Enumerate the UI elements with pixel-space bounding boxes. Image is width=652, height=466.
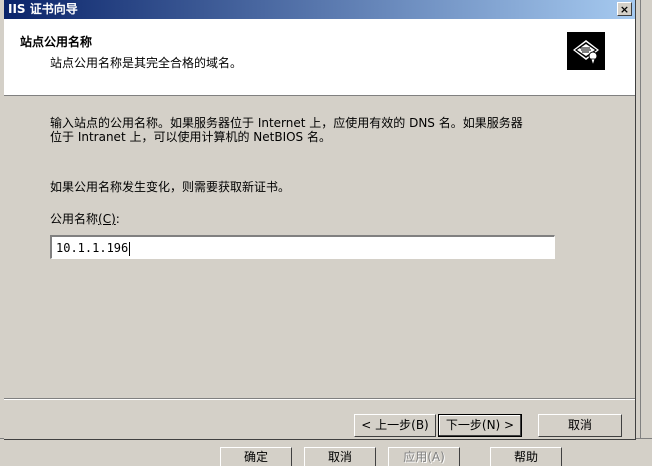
parent-ok-button[interactable]: 确定: [220, 447, 292, 466]
common-name-value: 10.1.1.196: [56, 241, 129, 255]
common-name-input[interactable]: 10.1.1.196: [50, 235, 555, 259]
common-name-accelerator: (C): [98, 212, 116, 226]
common-name-label: 公用名称(C):: [50, 212, 120, 226]
dialog-titlebar[interactable]: IIS 证书向导 ×: [4, 0, 635, 19]
page-title: 站点公用名称: [20, 35, 93, 49]
description-line-1: 输入站点的公用名称。如果服务器位于 Internet 上，应使用有效的 DNS …: [50, 116, 523, 130]
description-text: 输入站点的公用名称。如果服务器位于 Internet 上，应使用有效的 DNS …: [50, 116, 610, 144]
iis-certificate-wizard-dialog: IIS 证书向导 × 站点公用名称 站点公用名称是其完全合格的域名。 输入站点的…: [4, 0, 636, 440]
common-name-label-text: 公用名称: [50, 212, 99, 226]
next-button[interactable]: 下一步(N) >: [438, 414, 522, 437]
text-caret: [129, 241, 131, 256]
button-separator-highlight: [4, 399, 635, 400]
description-line-2: 位于 Intranet 上，可以使用计算机的 NetBIOS 名。: [50, 130, 331, 144]
wizard-header: 站点公用名称 站点公用名称是其完全合格的域名。: [4, 19, 635, 96]
certificate-wizard-icon: [567, 32, 605, 70]
dialog-title: IIS 证书向导: [8, 2, 78, 16]
parent-window-button-bar: 确定 取消 应用(A) 帮助: [0, 438, 652, 466]
back-button[interactable]: < 上一步(B): [354, 414, 436, 437]
parent-window-edge: [640, 0, 652, 440]
parent-help-button[interactable]: 帮助: [490, 447, 562, 466]
common-name-label-colon: :: [115, 212, 120, 226]
parent-apply-button[interactable]: 应用(A): [388, 447, 460, 466]
page-subtitle: 站点公用名称是其完全合格的域名。: [50, 56, 243, 70]
close-icon: ×: [619, 3, 630, 16]
change-note-text: 如果公用名称发生变化，则需要获取新证书。: [50, 180, 291, 194]
close-button[interactable]: ×: [617, 2, 632, 16]
cancel-button[interactable]: 取消: [538, 414, 622, 437]
parent-cancel-button[interactable]: 取消: [304, 447, 376, 466]
